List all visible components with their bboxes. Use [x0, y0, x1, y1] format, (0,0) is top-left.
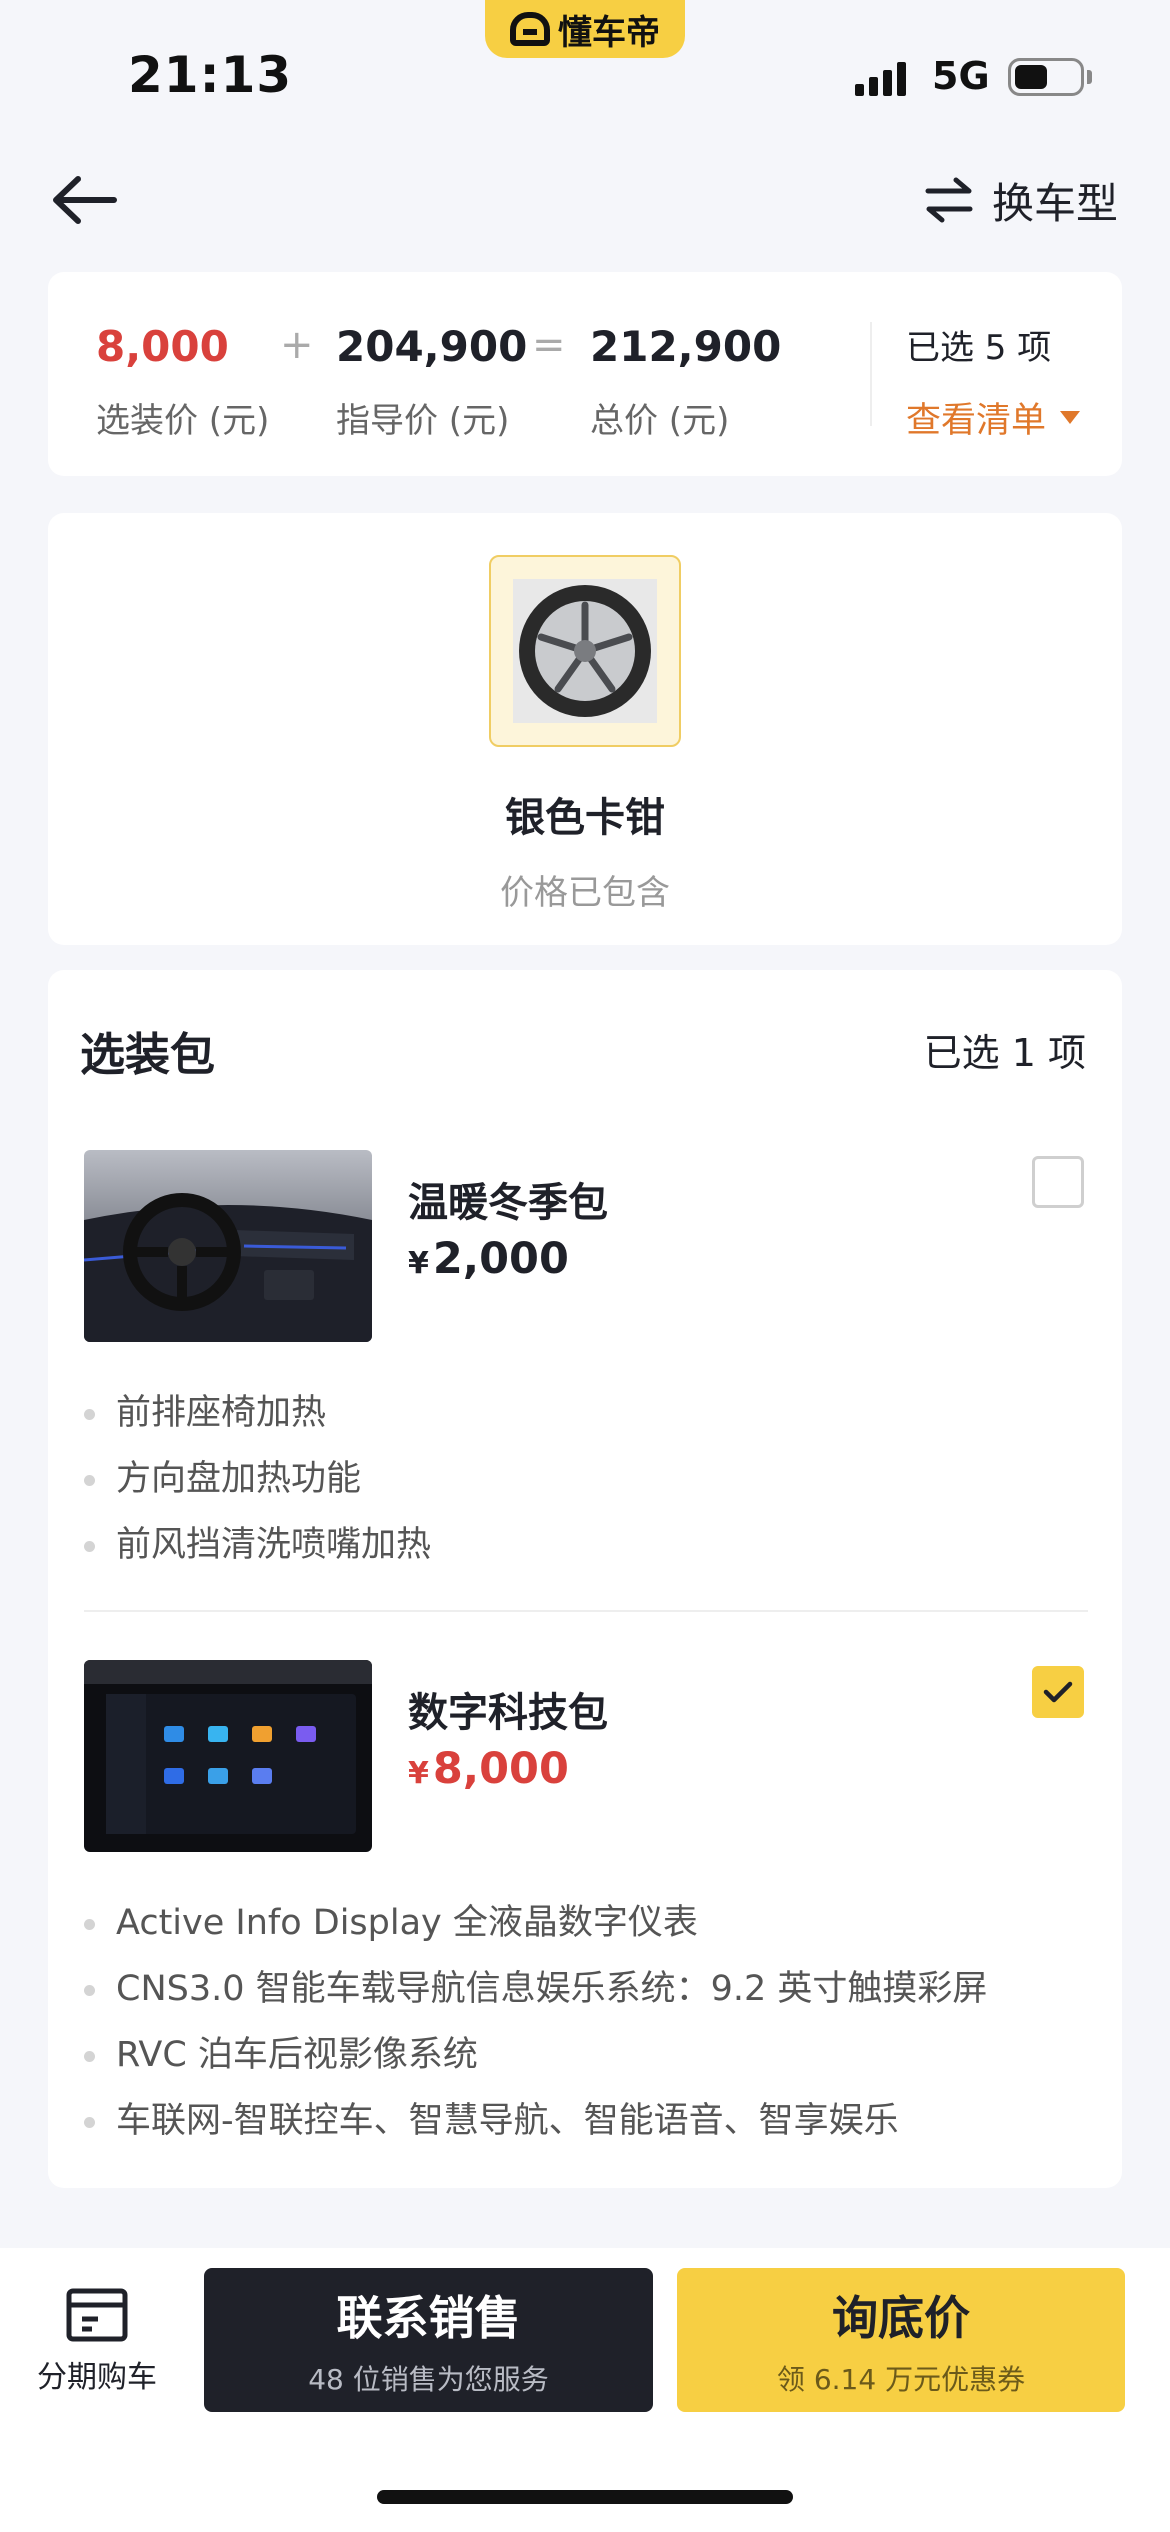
total-price-block: 212,900 总价 (元): [590, 322, 781, 442]
package-checkbox[interactable]: [1032, 1666, 1084, 1718]
feature-item: 方向盘加热功能: [84, 1446, 431, 1512]
infotainment-screen-image: [84, 1660, 372, 1852]
caret-down-icon: [1060, 411, 1081, 424]
signal-icon: [855, 62, 906, 96]
package-image[interactable]: [84, 1150, 372, 1342]
home-indicator[interactable]: [377, 2490, 793, 2504]
feature-item: RVC 泊车后视影像系统: [84, 2022, 987, 2088]
app-badge[interactable]: 懂车帝: [485, 0, 685, 58]
package-price: ¥ 2,000: [408, 1234, 569, 1284]
installment-label: 分期购车: [37, 2360, 157, 2395]
view-list-button[interactable]: 查看清单: [906, 392, 1081, 443]
feature-item: CNS3.0 智能车载导航信息娱乐系统：9.2 英寸触摸彩屏: [84, 1956, 987, 2022]
guide-price: 204,900: [336, 322, 528, 371]
summary-divider: [870, 322, 872, 426]
package-name: 温暖冬季包: [408, 1180, 608, 1226]
feature-item: 前风挡清洗喷嘴加热: [84, 1512, 431, 1578]
network-type: 5G: [932, 54, 990, 98]
option-packages-card: 选装包 已选 1 项 温暖冬季包 ¥ 2,000 前排座椅加热 方向盘加热功能 …: [48, 970, 1122, 2188]
view-list-label: 查看清单: [906, 401, 1047, 441]
battery-icon: [1008, 58, 1084, 96]
back-button[interactable]: [48, 170, 120, 230]
app-logo-icon: [510, 12, 550, 46]
price-summary-card: 8,000 选装价 (元) + 204,900 指导价 (元) = 212,90…: [48, 272, 1122, 476]
equals-sign: =: [532, 322, 566, 368]
swap-icon: [925, 177, 973, 223]
interior-dashboard-image: [84, 1150, 372, 1342]
package-feature-list: 前排座椅加热 方向盘加热功能 前风挡清洗喷嘴加热: [84, 1380, 431, 1578]
contact-sales-label: 联系销售: [336, 2291, 521, 2345]
package-image[interactable]: [84, 1660, 372, 1852]
wheel-icon: [513, 579, 657, 723]
packages-selected-count: 已选 1 项: [923, 1031, 1086, 1075]
package-divider: [84, 1610, 1088, 1612]
ask-lowest-price-sublabel: 领 6.14 万元优惠券: [776, 2363, 1026, 2396]
ask-lowest-price-label: 询底价: [832, 2291, 970, 2345]
caliper-card: 银色卡钳 价格已包含: [48, 513, 1122, 945]
currency-symbol: ¥: [408, 1246, 429, 1281]
status-bar: 21:13 懂车帝 5G: [0, 0, 1170, 150]
option-price-block: 8,000 选装价 (元): [96, 322, 269, 442]
app-badge-label: 懂车帝: [558, 12, 660, 53]
caliper-name: 银色卡钳: [505, 795, 665, 841]
total-price-label: 总价 (元): [590, 401, 730, 441]
feature-item: 车联网-智联控车、智慧导航、智能语音、智享娱乐: [84, 2088, 987, 2154]
switch-model-label: 换车型: [991, 178, 1118, 228]
feature-item: Active Info Display 全液晶数字仪表: [84, 1890, 987, 1956]
guide-price-label: 指导价 (元): [336, 401, 510, 441]
contact-sales-sublabel: 48 位销售为您服务: [308, 2363, 549, 2396]
arrow-left-icon: [53, 176, 117, 224]
package-name: 数字科技包: [408, 1690, 608, 1736]
ask-lowest-price-button[interactable]: 询底价 领 6.14 万元优惠券: [677, 2268, 1125, 2412]
package-price-amount: 2,000: [432, 1234, 569, 1284]
installment-button[interactable]: 分期购车: [30, 2288, 164, 2398]
total-price: 212,900: [590, 322, 782, 371]
currency-symbol: ¥: [408, 1756, 429, 1791]
option-price-label: 选装价 (元): [96, 401, 270, 441]
plus-sign: +: [280, 322, 314, 368]
feature-item: 前排座椅加热: [84, 1380, 431, 1446]
packages-title: 选装包: [80, 1028, 216, 1081]
package-checkbox[interactable]: [1032, 1156, 1084, 1208]
selected-count: 已选 5 项: [906, 328, 1052, 368]
package-price-amount: 8,000: [432, 1744, 569, 1794]
contact-sales-button[interactable]: 联系销售 48 位销售为您服务: [204, 2268, 653, 2412]
caliper-thumbnail[interactable]: [489, 555, 681, 747]
battery-cap: [1087, 70, 1092, 84]
switch-model-button[interactable]: 换车型: [924, 170, 1118, 230]
caliper-note: 价格已包含: [500, 873, 670, 913]
package-price: ¥ 8,000: [408, 1744, 569, 1794]
checkmark-icon: [1043, 1681, 1073, 1703]
guide-price-block: 204,900 指导价 (元): [336, 322, 527, 442]
installment-icon: [66, 2288, 128, 2342]
option-price: 8,000: [96, 322, 229, 371]
package-feature-list: Active Info Display 全液晶数字仪表 CNS3.0 智能车载导…: [84, 1890, 987, 2154]
status-time: 21:13: [128, 46, 293, 104]
